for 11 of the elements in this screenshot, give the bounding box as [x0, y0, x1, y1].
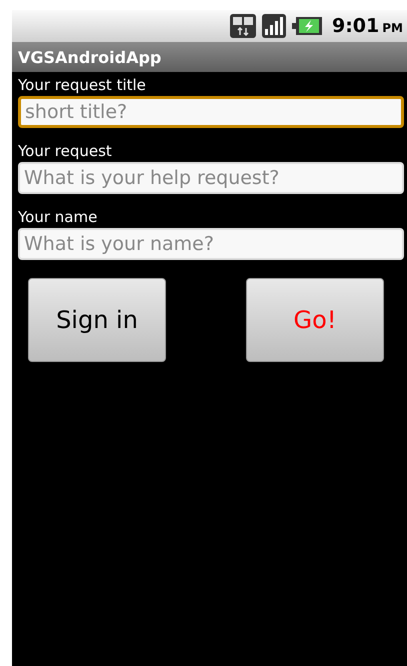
clock-time: 9:01: [332, 15, 380, 37]
battery-charging-icon: [292, 15, 322, 37]
action-button[interactable]: Sign in: [28, 278, 166, 362]
field-label: Your name: [18, 208, 98, 226]
field-label: Your request title: [18, 76, 146, 94]
network-3g-icon: [230, 14, 256, 38]
text-field[interactable]: short title?: [18, 96, 404, 128]
clock-period: PM: [382, 21, 403, 35]
field-label: Your request: [18, 142, 112, 160]
app-title: VGSAndroidApp: [18, 48, 162, 66]
signal-icon: [262, 14, 286, 38]
